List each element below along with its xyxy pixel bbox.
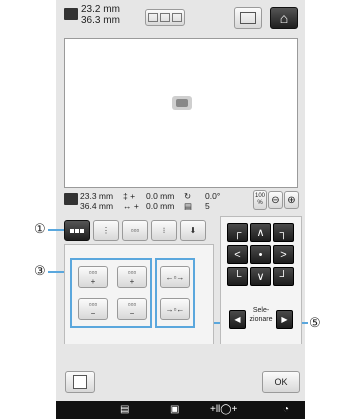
horizontal-layout-icon	[70, 228, 84, 233]
info-size-width: 23.3 mm	[80, 191, 114, 201]
layout-vertical-spaced-button[interactable]: ⁝	[151, 220, 177, 241]
rotation-icon: ↻	[184, 191, 192, 201]
cancel-button[interactable]	[65, 371, 95, 393]
widen-icon: ←▫→	[165, 272, 185, 282]
narrow-icon: →▫←	[165, 304, 185, 314]
count-value: 5	[205, 201, 210, 211]
bottom-icon-1[interactable]: ▤	[120, 404, 129, 416]
embroidery-canvas	[64, 38, 298, 188]
move-right-button[interactable]: >	[273, 245, 294, 264]
zoom-level-label: 100 %	[254, 193, 265, 206]
bottom-icon-2[interactable]: ▣	[170, 404, 179, 416]
move-left-button[interactable]: <	[227, 245, 248, 264]
preview-icon	[240, 12, 256, 24]
zoom-in-icon: ⊕	[287, 194, 296, 206]
vertical-layout-icon: ⋮	[102, 226, 110, 235]
ok-button[interactable]: OK	[262, 371, 300, 393]
header-size-width: 23.2 mm	[81, 4, 120, 15]
spacing-icon: ▫▫▫	[88, 268, 98, 277]
layout-baseline-button[interactable]: ⬇	[180, 220, 206, 241]
home-icon: ⌂	[279, 10, 289, 26]
zoom-in-button[interactable]: ⊕	[284, 191, 299, 209]
callout-5-marker: ⑤	[309, 315, 321, 330]
callout-1-line	[48, 229, 64, 231]
spacing-h2-decrease-button[interactable]: ▫▫▫ −	[117, 298, 147, 320]
select-next-button[interactable]: ▶	[276, 310, 293, 329]
select-label: Sele-zionare	[249, 307, 273, 323]
angle-value: 0.0°	[205, 191, 221, 201]
move-up-right-button[interactable]: ┐	[273, 223, 294, 242]
spacing-widen-button[interactable]: ←▫→	[160, 266, 190, 288]
layout-preview-button[interactable]	[145, 9, 185, 26]
pattern-size-icon	[64, 8, 78, 20]
layout-horizontal-button[interactable]	[64, 220, 90, 241]
v-offset-label: ‡ +	[123, 191, 136, 201]
move-down-right-button[interactable]: ┘	[273, 267, 294, 286]
bottom-icon-4[interactable]: ◔	[283, 404, 289, 416]
thread-count-icon: ▤	[184, 201, 193, 211]
home-button[interactable]: ⌂	[270, 7, 298, 29]
layout-horizontal-spaced-button[interactable]: ▫▫▫	[122, 220, 148, 241]
spacing-icon: ▫▫▫	[88, 300, 98, 309]
move-down-button[interactable]: ∨	[250, 267, 271, 286]
spacing-icon: ▫▫▫	[127, 300, 137, 309]
bottom-bar	[56, 401, 305, 419]
zoom-out-icon: ⊖	[271, 194, 280, 206]
select-prev-button[interactable]: ◀	[229, 310, 246, 329]
minus-icon: −	[129, 309, 135, 318]
spacing-h2-increase-button[interactable]: ▫▫▫ +	[117, 266, 147, 288]
callout-1-marker: ①	[34, 221, 46, 236]
stitch-size-icon	[64, 193, 78, 205]
minus-icon: −	[90, 309, 96, 318]
spacing-h-increase-button[interactable]: ▫▫▫ +	[78, 266, 108, 288]
horizontal-spaced-icon: ▫▫▫	[130, 226, 140, 235]
plus-icon: +	[129, 277, 135, 286]
layout-vertical-button[interactable]: ⋮	[93, 220, 119, 241]
callout-3-marker: ③	[34, 263, 46, 278]
header-size-height: 36.3 mm	[81, 15, 120, 26]
plus-icon: +	[90, 277, 96, 286]
h-offset-label: ↔ +	[123, 201, 139, 211]
spacing-icon: ▫▫▫	[127, 268, 137, 277]
move-up-left-button[interactable]: ┌	[227, 223, 248, 242]
h-offset-value: 0.0 mm	[146, 201, 175, 211]
baseline-icon: ⬇	[189, 226, 197, 235]
v-offset-value: 0.0 mm	[146, 191, 175, 201]
blank-icon	[73, 375, 87, 389]
spacing-h-decrease-button[interactable]: ▫▫▫ −	[78, 298, 108, 320]
image-preview-button[interactable]	[234, 7, 262, 29]
move-down-left-button[interactable]: └	[227, 267, 248, 286]
spacing-narrow-button[interactable]: →▫←	[160, 298, 190, 320]
move-up-button[interactable]: ∧	[250, 223, 271, 242]
pattern-preview	[172, 96, 192, 110]
info-size-height: 36.4 mm	[80, 201, 114, 211]
zoom-out-button[interactable]: ⊖	[268, 191, 283, 209]
bottom-icon-3[interactable]: +ll◯+	[210, 404, 237, 416]
layout-icon	[148, 13, 182, 22]
vertical-spaced-icon: ⁝	[162, 226, 166, 235]
move-center-button[interactable]: •	[250, 245, 271, 264]
zoom-level-button[interactable]: 100 %	[253, 190, 267, 210]
